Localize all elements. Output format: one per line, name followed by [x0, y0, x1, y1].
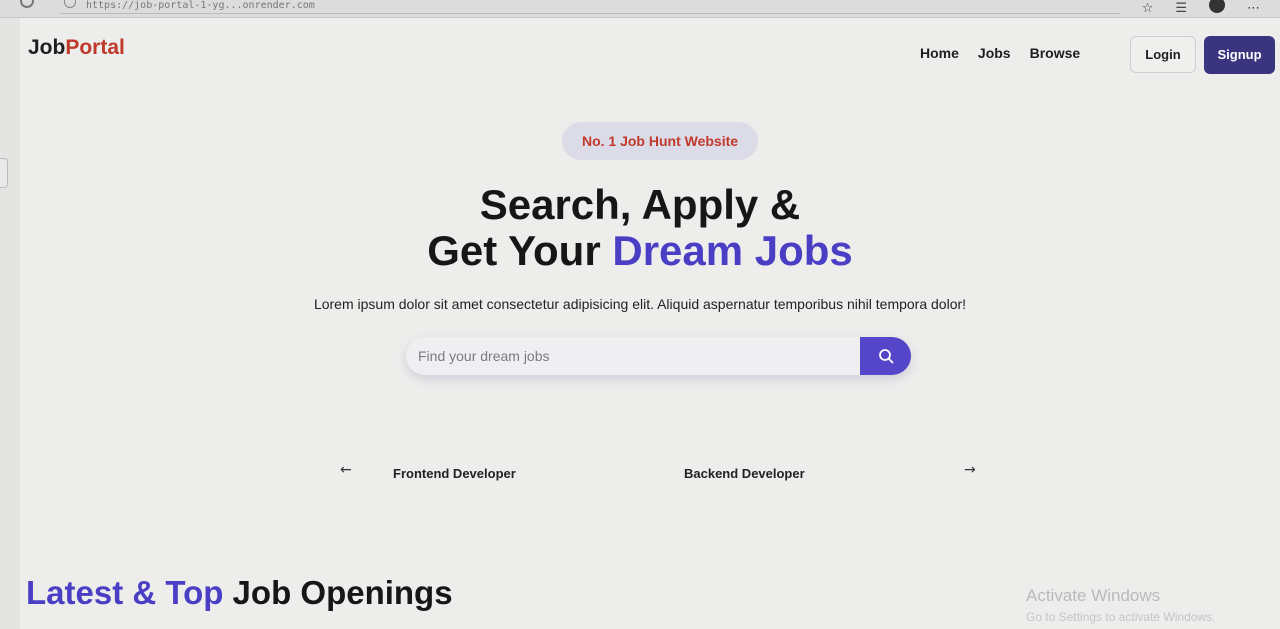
browser-icon-group: ☆ ☰ ⋯ — [1142, 0, 1260, 16]
activate-windows-title: Activate Windows — [1026, 586, 1161, 605]
logo-part-job: Job — [28, 36, 66, 59]
logo[interactable]: JobPortal — [28, 36, 125, 60]
carousel-item-frontend[interactable]: Frontend Developer — [393, 466, 516, 481]
search-input[interactable] — [418, 337, 858, 375]
search-icon — [878, 349, 893, 364]
activate-windows-subtitle: Go to Settings to activate Windows. — [1026, 610, 1216, 624]
hero-badge: No. 1 Job Hunt Website — [562, 122, 758, 160]
reload-icon[interactable] — [20, 0, 34, 8]
nav-link-home[interactable]: Home — [920, 45, 959, 61]
latest-heading-accent: Latest & Top — [26, 574, 224, 611]
latest-heading-rest: Job Openings — [223, 574, 453, 611]
logo-part-portal: Portal — [65, 36, 125, 59]
nav-link-browse[interactable]: Browse — [1030, 45, 1081, 61]
login-button[interactable]: Login — [1130, 36, 1196, 73]
carousel-item-backend[interactable]: Backend Developer — [684, 466, 805, 481]
latest-jobs-heading: Latest & Top Job Openings — [26, 574, 453, 612]
nav-link-jobs[interactable]: Jobs — [978, 45, 1011, 61]
favorites-icon[interactable]: ☰ — [1175, 1, 1187, 16]
hero-subtext: Lorem ipsum dolor sit amet consectetur a… — [313, 296, 967, 312]
category-carousel: ← Frontend Developer Backend Developer → — [334, 458, 994, 488]
page-viewport: JobPortal Home Jobs Browse Login Signup … — [20, 18, 1280, 629]
hero-headline: Search, Apply & Get Your Dream Jobs — [0, 182, 1280, 274]
more-icon[interactable]: ⋯ — [1247, 1, 1260, 16]
headline-line-1: Search, Apply & — [479, 181, 801, 228]
headline-line-2: Get Your Dream Jobs — [0, 228, 1280, 274]
address-bar[interactable]: https://job-portal-1-yg...onrender.com — [60, 0, 1120, 14]
nav-links: Home Jobs Browse — [920, 45, 1080, 61]
navbar: JobPortal Home Jobs Browse Login Signup — [20, 18, 1280, 88]
headline-prefix: Get Your — [427, 227, 613, 274]
profile-icon[interactable] — [1209, 0, 1225, 13]
search-button[interactable] — [860, 337, 911, 375]
signup-button[interactable]: Signup — [1204, 36, 1275, 74]
search-bar — [406, 337, 911, 375]
headline-accent: Dream Jobs — [612, 227, 853, 274]
browser-toolbar: https://job-portal-1-yg...onrender.com ☆… — [0, 0, 1280, 18]
arrow-right-icon[interactable]: → — [964, 462, 976, 478]
star-icon[interactable]: ☆ — [1142, 1, 1154, 16]
arrow-left-icon[interactable]: ← — [340, 462, 352, 478]
